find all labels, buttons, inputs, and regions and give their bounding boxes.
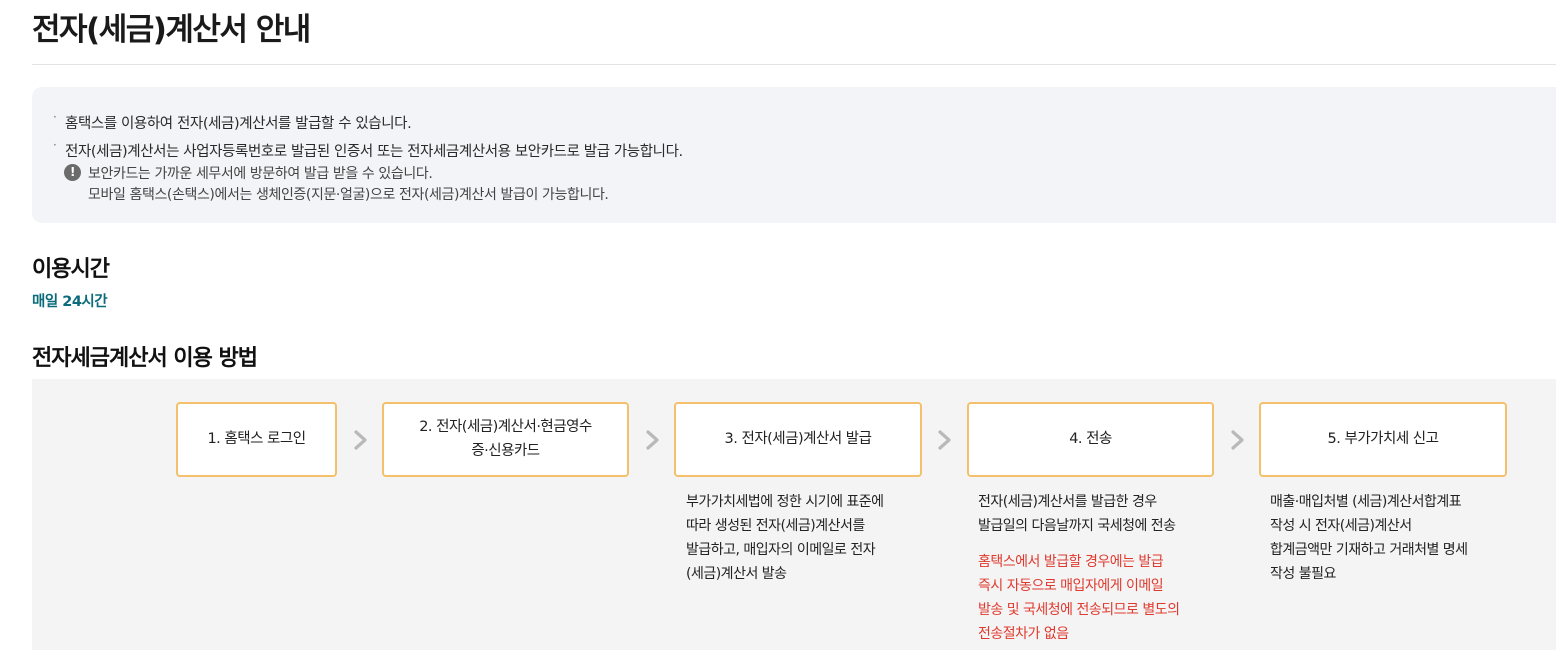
description-line: 전자(세금)계산서를 발급한 경우: [978, 494, 1157, 510]
description-line: 작성 불필요: [1270, 566, 1336, 582]
description-line: 합계금액만 기재하고 거래처별 명세: [1270, 542, 1468, 558]
step-1-box: 1. 홈택스 로그인: [176, 402, 337, 477]
chevron-right-icon: [1231, 430, 1244, 450]
info-bullet-2: · 전자(세금)계산서는 사업자등록번호로 발급된 인증서 또는 전자세금계산서…: [53, 138, 683, 161]
step-label-continued: 증·신용카드: [471, 442, 540, 459]
note-line: 발송 및 국세청에 전송되므로 별도의: [978, 602, 1180, 618]
note-line: 전송절차가 없음: [978, 626, 1069, 642]
step-5-box: 5. 부가가치세 신고: [1259, 402, 1507, 477]
step-4-description: 전자(세금)계산서를 발급한 경우 발급일의 다음날까지 국세청에 전송: [978, 490, 1218, 538]
step-label: 1. 홈택스 로그인: [207, 430, 306, 447]
note-line: 즉시 자동으로 매입자에게 이메일: [978, 578, 1164, 594]
step-label: 3. 전자(세금)계산서 발급: [724, 430, 872, 447]
title-divider: [32, 64, 1556, 65]
description-line: 매출·매입처별 (세금)계산서합계표: [1270, 494, 1462, 510]
usage-value: 매일 24시간: [32, 294, 108, 310]
bullet-dot: ·: [53, 110, 57, 124]
bullet-dot: ·: [53, 138, 57, 152]
method-heading: 전자세금계산서 이용 방법: [32, 346, 258, 371]
step-label: 4. 전송: [1069, 430, 1112, 447]
chevron-right-icon: [938, 430, 951, 450]
step-label: 5. 부가가치세 신고: [1327, 430, 1439, 447]
step-3-description: 부가가치세법에 정한 시기에 표준에 따라 생성된 전자(세금)계산서를 발급하…: [686, 490, 926, 586]
step-4-box: 4. 전송: [967, 402, 1214, 477]
step-4-note: 홈택스에서 발급할 경우에는 발급 즉시 자동으로 매입자에게 이메일 발송 및…: [978, 550, 1218, 646]
chevron-right-icon: [354, 430, 367, 450]
usage-heading: 이용시간: [32, 257, 110, 282]
info-note-line: 보안카드는 가까운 세무서에 방문하여 발급 받을 수 있습니다.: [88, 166, 433, 182]
page-title: 전자(세금)계산서 안내: [32, 12, 311, 48]
step-5-description: 매출·매입처별 (세금)계산서합계표 작성 시 전자(세금)계산서 합계금액만 …: [1270, 490, 1510, 586]
description-line: 발급하고, 매입자의 이메일로 전자: [686, 542, 876, 558]
info-bullet-text: 홈택스를 이용하여 전자(세금)계산서를 발급할 수 있습니다.: [65, 116, 412, 132]
description-line: (세금)계산서 발송: [686, 566, 787, 582]
exclamation-circle-icon: !: [64, 164, 81, 181]
step-2-box: 2. 전자(세금)계산서·현금영수 증·신용카드: [382, 402, 629, 477]
step-3-box: 3. 전자(세금)계산서 발급: [674, 402, 922, 477]
note-line: 홈택스에서 발급할 경우에는 발급: [978, 554, 1164, 570]
info-bullet-text: 전자(세금)계산서는 사업자등록번호로 발급된 인증서 또는 전자세금계산서용 …: [65, 144, 683, 160]
description-line: 따라 생성된 전자(세금)계산서를: [686, 518, 865, 534]
chevron-right-icon: [646, 430, 659, 450]
description-line: 부가가치세법에 정한 시기에 표준에: [686, 494, 884, 510]
info-note-line: 모바일 홈택스(손택스)에서는 생체인증(지문·얼굴)으로 전자(세금)계산서 …: [88, 187, 609, 203]
description-line: 작성 시 전자(세금)계산서: [1270, 518, 1412, 534]
step-label: 2. 전자(세금)계산서·현금영수: [419, 418, 592, 435]
description-line: 발급일의 다음날까지 국세청에 전송: [978, 518, 1176, 534]
info-bullet-1: · 홈택스를 이용하여 전자(세금)계산서를 발급할 수 있습니다.: [53, 110, 412, 133]
